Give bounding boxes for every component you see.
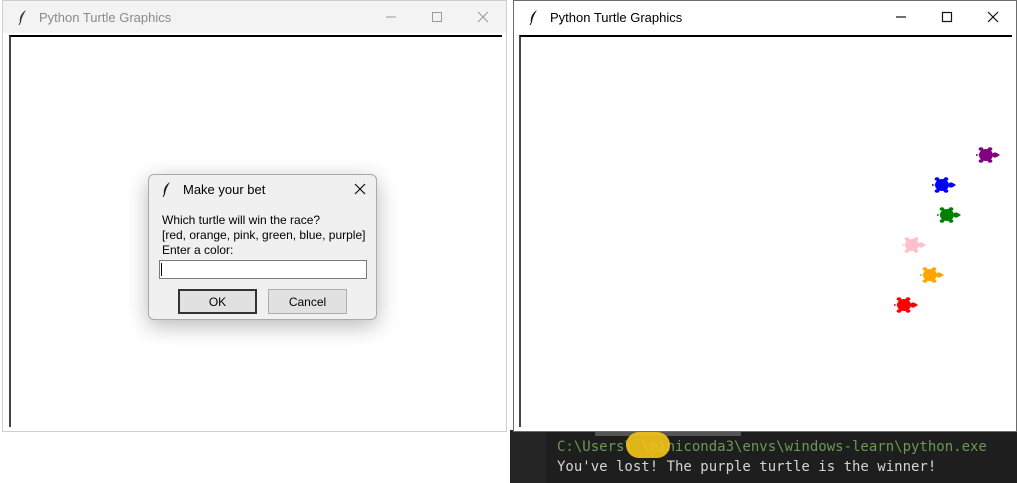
dialog-prompt: Which turtle will win the race? [red, or… bbox=[162, 213, 365, 258]
maximize-icon bbox=[432, 12, 442, 22]
dialog-titlebar[interactable]: Make your bet bbox=[149, 175, 376, 203]
maximize-icon bbox=[941, 11, 953, 23]
dialog-title: Make your bet bbox=[183, 181, 266, 197]
minimize-icon bbox=[896, 16, 906, 18]
turtle-red bbox=[893, 295, 919, 315]
prompt-line: Enter a color: bbox=[162, 243, 234, 257]
turtle-green bbox=[936, 205, 962, 225]
maximize-button[interactable] bbox=[924, 1, 970, 33]
feather-icon bbox=[526, 9, 542, 26]
prompt-line: [red, orange, pink, green, blue, purple] bbox=[162, 228, 366, 242]
ok-button[interactable]: OK bbox=[178, 289, 257, 314]
close-icon bbox=[987, 11, 999, 23]
text-caret bbox=[161, 263, 162, 276]
terminal-scrollbar[interactable] bbox=[595, 432, 741, 436]
feather-icon bbox=[15, 9, 31, 26]
turtle-blue bbox=[931, 175, 957, 195]
feather-icon bbox=[159, 181, 175, 198]
bet-dialog: Make your bet Which turtle will win the … bbox=[148, 174, 377, 320]
prompt-line: Which turtle will win the race? bbox=[162, 213, 321, 227]
terminal-panel: C:\Users\ \miniconda3\envs\windows-learn… bbox=[510, 430, 1017, 483]
turtle-orange bbox=[919, 265, 945, 285]
minimize-icon bbox=[386, 16, 396, 18]
right-turtle-canvas[interactable] bbox=[519, 35, 1012, 427]
close-icon bbox=[354, 183, 366, 195]
close-button[interactable] bbox=[970, 1, 1016, 33]
right-turtle-window: Python Turtle Graphics bbox=[513, 0, 1017, 432]
turtle-pink bbox=[901, 235, 927, 255]
minimize-button[interactable] bbox=[368, 1, 414, 33]
right-window-titlebar[interactable]: Python Turtle Graphics bbox=[514, 1, 1016, 33]
left-window-title: Python Turtle Graphics bbox=[39, 9, 172, 25]
terminal-path-line: C:\Users\ \miniconda3\envs\windows-learn… bbox=[557, 439, 987, 455]
dialog-close-button[interactable] bbox=[352, 181, 368, 197]
close-icon bbox=[477, 11, 489, 23]
turtle-purple bbox=[975, 145, 1001, 165]
left-window-titlebar[interactable]: Python Turtle Graphics bbox=[3, 1, 506, 33]
redaction-highlight bbox=[626, 432, 670, 458]
right-window-title: Python Turtle Graphics bbox=[550, 9, 683, 25]
cancel-button[interactable]: Cancel bbox=[268, 289, 347, 314]
maximize-button[interactable] bbox=[414, 1, 460, 33]
minimize-button[interactable] bbox=[878, 1, 924, 33]
terminal-gutter bbox=[510, 430, 546, 483]
close-button[interactable] bbox=[460, 1, 506, 33]
color-input[interactable] bbox=[159, 260, 367, 279]
terminal-output-line: You've lost! The purple turtle is the wi… bbox=[557, 459, 937, 475]
